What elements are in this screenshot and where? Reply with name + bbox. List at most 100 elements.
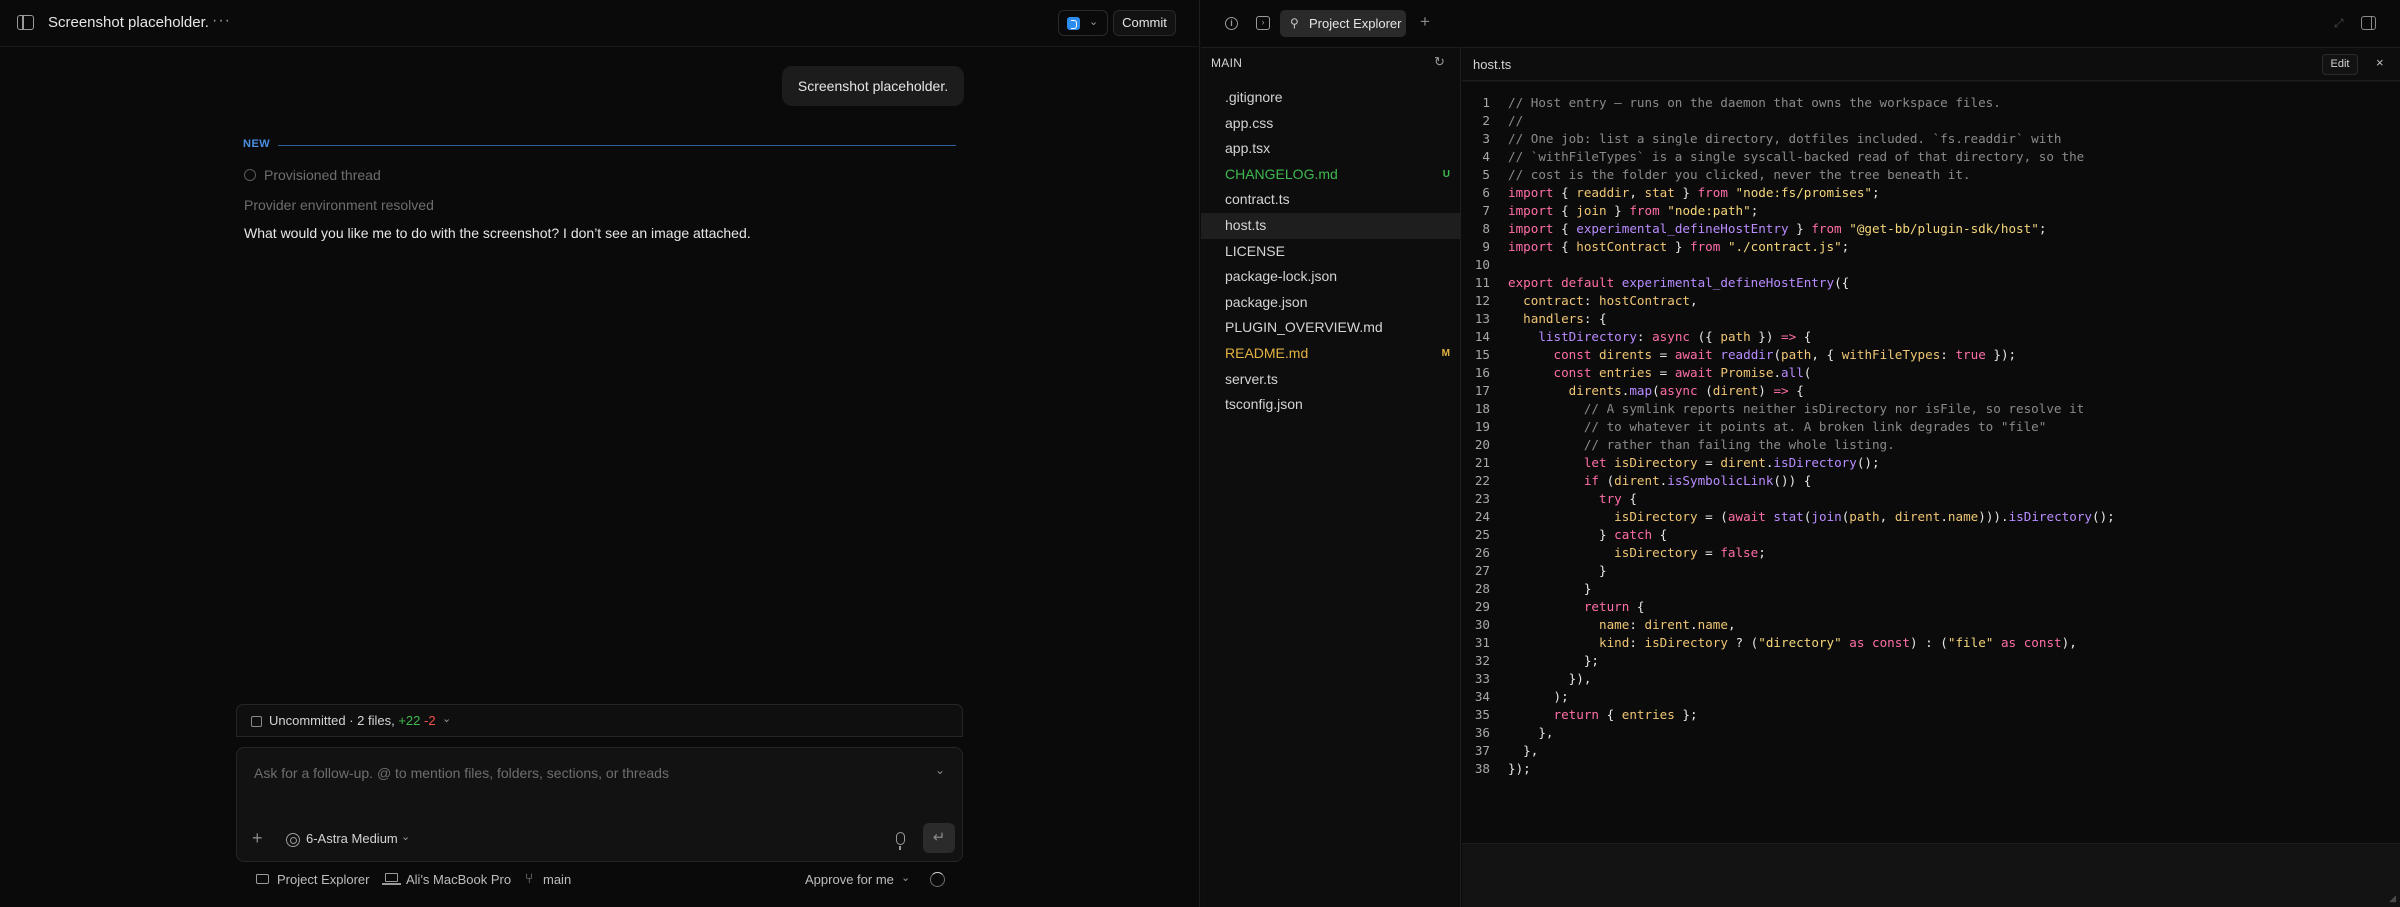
file-list: .gitignore app.css app.tsx CHANGELOG.md Ucon… (1201, 85, 1460, 418)
file-name: package-lock.json (1225, 268, 1338, 285)
code-line: 6 import { readdir, stat } from "node:fs/… (1462, 184, 2400, 202)
code-token: path (1849, 509, 1880, 524)
line-number: 35 (1474, 707, 1490, 722)
plug-icon: ⚲ (1290, 16, 1299, 30)
code-line: 5 // cost is the folder you clicked, neve… (1462, 166, 2400, 184)
code-token: import (1508, 221, 1554, 236)
composer[interactable]: Ask for a follow-up. @ to mention files,… (236, 747, 963, 862)
chevron-down-icon[interactable]: ⌄ (901, 871, 910, 884)
machine-selector[interactable]: Ali's MacBook Pro (406, 872, 511, 887)
code-line: 13 handlers: { (1462, 310, 2400, 328)
chevron-down-icon: ⌄ (442, 713, 452, 725)
toggle-panel-icon[interactable] (2361, 16, 2376, 30)
code-token: "@get-bb/plugin-sdk/host" (1849, 221, 2039, 236)
expand-icon[interactable]: ⤢ (2334, 16, 2344, 31)
provider-status: Provider environment resolved (244, 197, 434, 213)
provisioned-status: Provisioned thread (264, 167, 381, 183)
code-token: "directory" (1758, 635, 1842, 650)
code-token: hostContract (1576, 239, 1668, 254)
file-name: README.md (1225, 344, 1309, 361)
line-number: 38 (1474, 761, 1490, 776)
code-token: } (1508, 527, 1615, 542)
add-tab-button[interactable]: + (1420, 12, 1430, 32)
code-token: }), (1508, 671, 1592, 686)
code-token: = (1697, 545, 1721, 560)
file-item[interactable]: .gitignore (1201, 85, 1460, 111)
file-item[interactable]: CHANGELOG.md U (1201, 162, 1460, 188)
code-token: } (1508, 581, 1592, 596)
microphone-icon[interactable] (896, 832, 905, 850)
code-token: . (1773, 365, 1782, 380)
loading-spinner-icon (930, 872, 945, 887)
uncommitted-changes-bar[interactable]: Uncommitted · 2 files, +22 -2 ⌄ (236, 704, 963, 737)
branch-selector[interactable]: main (543, 872, 571, 887)
code-token: , (1690, 293, 1698, 308)
chevron-down-icon[interactable]: ⌄ (401, 830, 410, 843)
code-token: async (1652, 329, 1691, 344)
more-horizontal-icon[interactable]: ··· (212, 12, 231, 30)
refresh-icon[interactable]: ↻ (1434, 54, 1445, 70)
code-line: 11 export default experimental_defineHost… (1462, 274, 2400, 292)
code-line: 36 }, (1462, 724, 2400, 742)
sidebar-toggle-icon[interactable] (17, 15, 34, 30)
chevron-down-icon[interactable]: ⌄ (935, 763, 945, 777)
file-item[interactable]: host.ts (1201, 212, 1460, 239)
commit-button[interactable]: Commit (1113, 10, 1176, 36)
code-token: from (1690, 239, 1721, 254)
terminal-icon[interactable]: › (1256, 16, 1270, 30)
model-icon (286, 833, 300, 847)
add-attachment-button[interactable]: + (252, 828, 263, 849)
resize-grip-icon[interactable]: ◢ (2389, 893, 2396, 904)
file-item[interactable]: app.css (1201, 111, 1460, 137)
code-token: dirent (1894, 509, 1941, 524)
file-name: app.css (1225, 114, 1274, 131)
info-icon[interactable]: i (1225, 17, 1238, 30)
code-token: async (1659, 383, 1698, 398)
code-token: ({ (1834, 275, 1850, 290)
code-token: hostContract (1599, 293, 1691, 308)
composer-input[interactable]: Ask for a follow-up. @ to mention files,… (254, 765, 669, 781)
file-item[interactable]: PLUGIN_OVERVIEW.md (1201, 315, 1460, 341)
send-button[interactable]: ↵ (923, 823, 955, 853)
approval-mode-selector[interactable]: Approve for me (805, 872, 894, 887)
file-item[interactable]: tsconfig.json (1201, 392, 1460, 418)
code-token: { (1599, 707, 1622, 722)
code-token: kind (1599, 635, 1630, 650)
code-token: { (1553, 239, 1577, 254)
tab-project-explorer[interactable]: ⚲ Project Explorer (1280, 10, 1406, 37)
code-token: ; (2038, 221, 2047, 236)
model-selector[interactable]: 6-Astra Medium (306, 831, 398, 846)
close-icon[interactable]: × (2376, 55, 2384, 70)
code-token: // (1508, 113, 1524, 128)
edit-button[interactable]: Edit (2322, 54, 2358, 75)
project-selector[interactable]: Project Explorer (277, 872, 369, 887)
file-item[interactable]: contract.ts (1201, 187, 1460, 213)
line-number: 3 (1482, 131, 1490, 146)
file-item[interactable]: app.tsx (1201, 136, 1460, 162)
code-token: { (1553, 185, 1577, 200)
file-name: package.json (1225, 293, 1308, 310)
file-item[interactable]: server.ts (1201, 367, 1460, 393)
code-view[interactable]: 1 // Host entry — runs on the daemon that… (1462, 82, 2400, 844)
file-name: LICENSE (1225, 242, 1285, 259)
file-item[interactable]: package.json (1201, 290, 1460, 316)
code-token: entries (1621, 707, 1675, 722)
code-token: ( (1599, 473, 1615, 488)
code-line: 31 kind: isDirectory ? ("directory" as c… (1462, 634, 2400, 652)
file-item[interactable]: LICENSE (1201, 239, 1460, 265)
code-token: isDirectory (1773, 455, 1857, 470)
file-item[interactable]: README.md M (1201, 341, 1460, 367)
code-token: , { (1811, 347, 1842, 362)
open-in-editor-picker[interactable]: ⌄ (1058, 10, 1108, 36)
code-token: } (1667, 239, 1690, 254)
code-token: ( (1773, 347, 1782, 362)
code-line: 3 // One job: list a single directory, do… (1462, 130, 2400, 148)
line-number: 26 (1474, 545, 1490, 560)
line-number: 33 (1474, 671, 1490, 686)
file-item[interactable]: package-lock.json (1201, 264, 1460, 290)
code-lines: 1 // Host entry — runs on the daemon that… (1462, 94, 2400, 778)
